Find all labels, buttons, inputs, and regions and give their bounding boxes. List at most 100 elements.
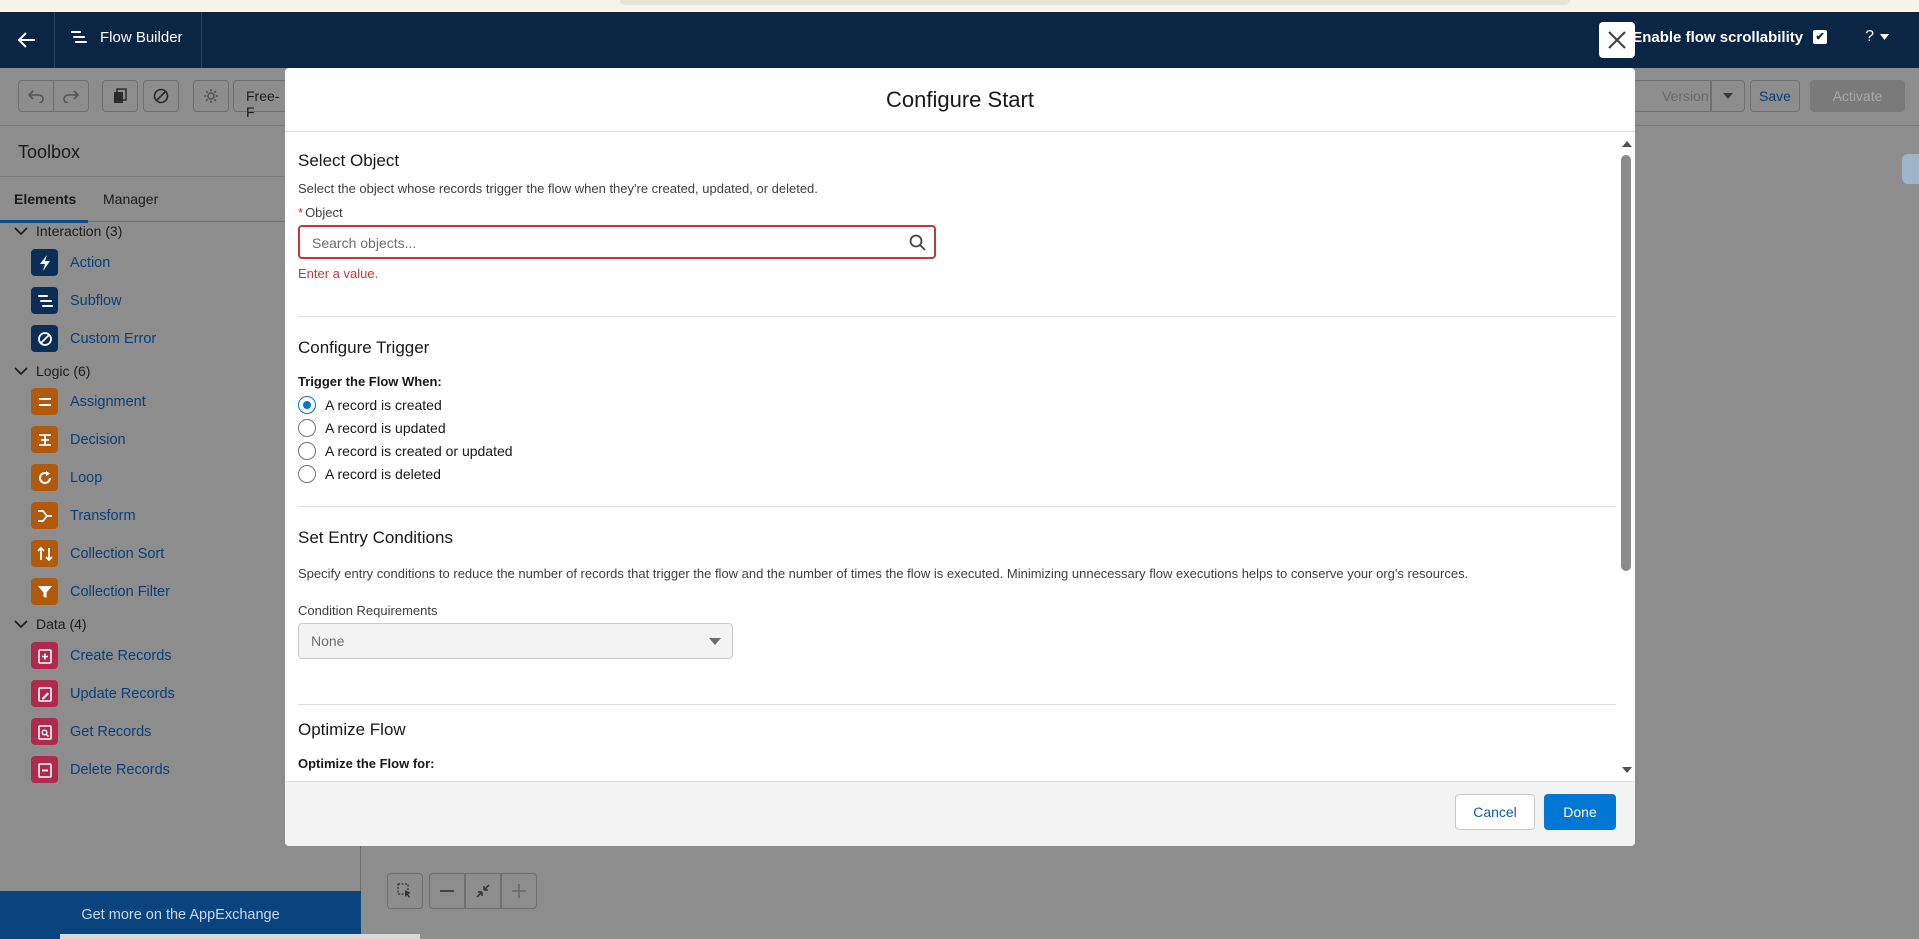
configure-start-modal: Configure Start Select Object Select the… [285,68,1635,846]
done-button[interactable]: Done [1544,794,1616,830]
scroll-down-arrow[interactable] [1622,767,1632,773]
radio-button[interactable] [298,419,316,437]
radio-label: A record is updated [325,420,446,436]
radio-updated[interactable]: A record is updated [298,419,446,437]
section-title: Optimize Flow [298,720,406,739]
create-record-icon [31,642,58,669]
radio-label: A record is deleted [325,466,441,482]
object-field-label: * Object [298,205,343,220]
select-value: None [311,633,345,649]
element-decision[interactable]: Decision [31,426,126,453]
zoom-out-button[interactable] [429,873,465,909]
redo-button[interactable] [53,80,89,112]
subflow-icon [31,287,58,314]
chevron-down-icon [1880,34,1889,40]
caret-down-icon [709,638,721,645]
element-update-records[interactable]: Update Records [31,680,175,707]
undo-icon [28,90,44,103]
browser-top-strip [0,0,1919,12]
flow-icon [71,31,87,43]
element-label: Create Records [70,647,172,664]
condition-requirements-select[interactable]: None [298,623,733,659]
trigger-label: Trigger the Flow When: [298,374,442,389]
right-panel-toggle[interactable] [1902,154,1919,184]
loop-icon [31,464,58,491]
section-configure-trigger: Configure Trigger Trigger the Flow When:… [298,317,1616,507]
zoom-in-button[interactable] [501,873,537,909]
version-menu-button[interactable] [1711,80,1745,112]
object-search-input[interactable] [312,233,892,253]
modal-close-button[interactable] [1599,22,1635,58]
section-title: Configure Trigger [298,338,430,357]
section-entry-conditions: Set Entry Conditions Specify entry condi… [298,507,1616,705]
object-search-field[interactable] [298,225,936,259]
chevron-down-icon [14,619,28,628]
back-arrow-icon [18,32,35,48]
radio-created-or-updated[interactable]: A record is created or updated [298,442,513,460]
section-title: Set Entry Conditions [298,528,453,547]
scroll-thumb[interactable] [1621,155,1631,571]
activate-button[interactable]: Activate [1810,80,1905,112]
element-label: Collection Sort [70,545,165,562]
redo-icon [63,90,79,103]
element-label: Subflow [70,292,122,309]
chevron-down-icon [1723,93,1733,99]
tab-manager[interactable]: Manager [103,191,158,207]
element-loop[interactable]: Loop [31,464,102,491]
filter-icon [31,578,58,605]
element-action[interactable]: Action [31,249,110,276]
group-label: Logic (6) [36,363,91,379]
back-button[interactable] [8,20,46,60]
group-interaction[interactable]: Interaction (3) [14,223,122,239]
element-collection-filter[interactable]: Collection Filter [31,578,170,605]
group-data[interactable]: Data (4) [14,616,87,632]
scroll-up-arrow[interactable] [1622,141,1632,147]
scroll-toggle-checkbox[interactable]: ✔ [1813,30,1828,44]
transform-icon [31,502,58,529]
decision-icon [31,426,58,453]
element-get-records[interactable]: Get Records [31,718,151,745]
radio-button-checked[interactable] [298,396,316,414]
copy-button[interactable] [102,80,138,112]
modal-scrollbar[interactable] [1619,141,1633,773]
element-assignment[interactable]: Assignment [31,388,146,415]
modal-footer: Cancel Done [285,781,1635,846]
object-error-message: Enter a value. [298,266,379,281]
undo-button[interactable] [18,80,54,112]
appexchange-link[interactable]: Get more on the AppExchange [0,891,361,939]
modal-header: Configure Start [285,68,1635,132]
element-custom-error[interactable]: Custom Error [31,325,156,352]
select-elements-button[interactable] [387,873,423,909]
radio-created[interactable]: A record is created [298,396,442,414]
cancel-button[interactable]: Cancel [1455,794,1535,830]
element-create-records[interactable]: Create Records [31,642,172,669]
element-label: Action [70,254,111,271]
select-icon [397,883,411,898]
delete-record-icon [31,756,58,783]
element-label: Update Records [70,685,175,702]
search-icon [909,234,926,251]
tab-elements[interactable]: Elements [14,191,76,207]
element-label: Decision [70,431,126,448]
fit-view-button[interactable] [465,873,501,909]
element-transform[interactable]: Transform [31,502,136,529]
radio-button[interactable] [298,465,316,483]
close-icon [1608,31,1626,49]
settings-button[interactable] [193,80,229,112]
element-subflow[interactable]: Subflow [31,287,122,314]
element-delete-records[interactable]: Delete Records [31,756,170,783]
element-collection-sort[interactable]: Collection Sort [31,540,164,567]
radio-deleted[interactable]: A record is deleted [298,465,441,483]
chevron-down-icon [14,366,28,375]
browser-top-pill [620,0,1570,5]
save-button[interactable]: Save [1750,80,1800,112]
object-label-text: Object [305,205,343,220]
update-record-icon [31,680,58,707]
canvas-zoom-controls [387,873,537,909]
group-logic[interactable]: Logic (6) [14,363,90,379]
radio-button[interactable] [298,442,316,460]
element-label: Delete Records [70,761,170,778]
help-menu[interactable]: ? [1865,28,1889,46]
debug-button[interactable] [143,80,179,112]
layout-select[interactable]: Free-F [233,80,293,120]
